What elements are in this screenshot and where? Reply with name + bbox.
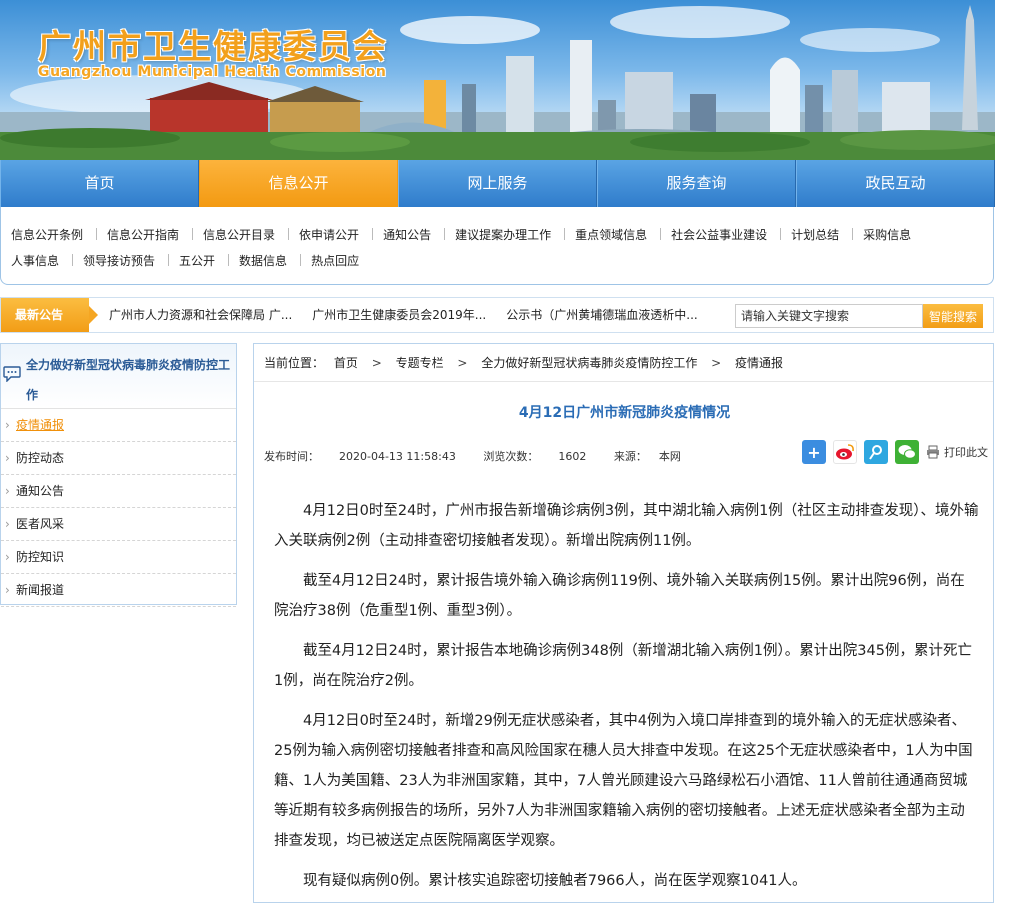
nav-service-query[interactable]: 服务查询 xyxy=(597,160,796,207)
article-title: 4月12日广州市新冠肺炎疫情情况 xyxy=(518,405,731,421)
sidebar-item-knowledge[interactable]: 防控知识 xyxy=(1,541,236,574)
publish-time: 发布时间： 2020-04-13 11:58:43 xyxy=(264,450,456,463)
sidebar-item-notices[interactable]: 通知公告 xyxy=(1,475,236,508)
article-body: 4月12日0时至24时，广州市报告新增确诊病例3例，其中湖北输入病例1例（社区主… xyxy=(274,496,979,902)
sidebar-item-doctors[interactable]: 医者风采 xyxy=(1,508,236,541)
article-source: 来源： 本网 xyxy=(613,450,681,463)
sub-nav-item[interactable]: 重点领域信息 xyxy=(565,226,662,243)
main-nav: 首页 信息公开 网上服务 服务查询 政民互动 xyxy=(0,160,995,207)
sub-nav-row: 人事信息 领导接访预告 五公开 数据信息 热点回应 xyxy=(1,247,993,273)
sub-nav-item[interactable]: 社会公益事业建设 xyxy=(661,226,782,243)
sidebar: 全力做好新型冠状病毒肺炎疫情防控工作 疫情通报 防控动态 通知公告 医者风采 防… xyxy=(0,343,237,607)
sub-nav-item[interactable]: 信息公开目录 xyxy=(193,226,290,243)
sub-nav-item[interactable]: 建议提案办理工作 xyxy=(445,226,566,243)
article-panel: 当前位置： 首页 > 专题专栏 > 全力做好新型冠状病毒肺炎疫情防控工作 > 疫… xyxy=(253,343,994,903)
sub-nav-item[interactable]: 信息公开条例 xyxy=(1,226,98,243)
sub-nav-row: 信息公开条例 信息公开指南 信息公开目录 依申请公开 通知公告 建议提案办理工作… xyxy=(1,221,993,247)
sidebar-title: 全力做好新型冠状病毒肺炎疫情防控工作 xyxy=(26,358,231,402)
sub-nav-item[interactable]: 数据信息 xyxy=(229,252,302,269)
site-logo-en: Guangzhou Municipal Health Commission xyxy=(38,64,387,80)
share-toolbar: + 打印此文 xyxy=(802,440,988,464)
sub-nav-item[interactable]: 人事信息 xyxy=(1,252,74,269)
sub-nav-item[interactable]: 计划总结 xyxy=(781,226,854,243)
sidebar-item-label: 通知公告 xyxy=(16,484,65,498)
nav-interaction[interactable]: 政民互动 xyxy=(796,160,995,207)
sidebar-item-news[interactable]: 新闻报道 xyxy=(1,574,236,607)
sub-nav-item[interactable]: 领导接访预告 xyxy=(73,252,170,269)
sub-nav-item[interactable]: 通知公告 xyxy=(373,226,446,243)
print-icon[interactable] xyxy=(926,445,940,459)
sidebar-list: 疫情通报 防控动态 通知公告 医者风采 防控知识 新闻报道 xyxy=(1,408,236,607)
wechat-icon[interactable] xyxy=(895,440,919,464)
sidebar-header: 全力做好新型冠状病毒肺炎疫情防控工作 xyxy=(1,344,236,408)
notice-item[interactable]: 广州市人力资源和社会保障局 广... xyxy=(99,298,292,332)
search-button[interactable]: 智能搜索 xyxy=(923,304,983,328)
article-paragraph: 4月12日0时至24时，新增29例无症状感染者，其中4例为入境口岸排查到的境外输… xyxy=(274,713,973,849)
notice-tag: 最新公告 xyxy=(1,298,98,332)
breadcrumb: 当前位置： 首页 > 专题专栏 > 全力做好新型冠状病毒肺炎疫情防控工作 > 疫… xyxy=(254,344,993,382)
article-meta: 发布时间： 2020-04-13 11:58:43 浏览次数： 1602 来源： 本网 xyxy=(264,448,705,464)
sub-nav-item[interactable]: 五公开 xyxy=(169,252,230,269)
breadcrumb-item[interactable]: 全力做好新型冠状病毒肺炎疫情防控工作 xyxy=(481,356,697,370)
sub-nav-item[interactable]: 依申请公开 xyxy=(289,226,374,243)
share-more-icon[interactable]: + xyxy=(802,440,826,464)
nav-info-disclosure[interactable]: 信息公开 xyxy=(199,160,398,207)
notice-item[interactable]: 公示书（广州黄埔德瑞血液透析中... xyxy=(496,298,697,332)
breadcrumb-separator: > xyxy=(371,356,382,370)
tencent-weibo-icon[interactable] xyxy=(864,440,888,464)
nav-home[interactable]: 首页 xyxy=(0,160,199,207)
sub-nav: 信息公开条例 信息公开指南 信息公开目录 依申请公开 通知公告 建议提案办理工作… xyxy=(0,207,994,285)
nav-online-service[interactable]: 网上服务 xyxy=(398,160,597,207)
site-logo-cn: 广州市卫生健康委员会 xyxy=(38,27,388,66)
sidebar-item-label: 疫情通报 xyxy=(16,418,65,432)
site-banner: 广州市卫生健康委员会 Guangzhou Municipal Health Co… xyxy=(0,0,995,160)
sidebar-item-label: 防控知识 xyxy=(16,550,65,564)
article-paragraph: 现有疑似病例0例。累计核实追踪密切接触者7966人，尚在医学观察1041人。 xyxy=(303,873,807,889)
sub-nav-item[interactable]: 热点回应 xyxy=(301,252,373,269)
weibo-icon[interactable] xyxy=(833,440,857,464)
sub-nav-item[interactable]: 信息公开指南 xyxy=(97,226,194,243)
sidebar-item-label: 防控动态 xyxy=(16,451,65,465)
sidebar-item-epidemic-report[interactable]: 疫情通报 xyxy=(1,409,236,442)
breadcrumb-separator: > xyxy=(457,356,468,370)
view-count: 浏览次数： 1602 xyxy=(483,450,587,463)
sidebar-item-prevention-news[interactable]: 防控动态 xyxy=(1,442,236,475)
article-paragraph: 截至4月12日24时，累计报告本地确诊病例348例（新增湖北输入病例1例）。累计… xyxy=(274,643,972,689)
breadcrumb-item[interactable]: 专题专栏 xyxy=(396,356,444,370)
article-paragraph: 4月12日0时至24时，广州市报告新增确诊病例3例，其中湖北输入病例1例（社区主… xyxy=(274,503,979,549)
breadcrumb-prefix: 当前位置： xyxy=(264,356,325,370)
notice-list: 广州市人力资源和社会保障局 广... 广州市卫生健康委员会2019年... 公示… xyxy=(99,298,708,332)
breadcrumb-separator: > xyxy=(711,356,722,370)
search-input[interactable] xyxy=(735,304,923,328)
breadcrumb-item[interactable]: 首页 xyxy=(334,356,358,370)
sub-nav-item[interactable]: 采购信息 xyxy=(853,226,925,243)
notice-item[interactable]: 广州市卫生健康委员会2019年... xyxy=(302,298,486,332)
chat-bubble-icon xyxy=(3,366,21,382)
sidebar-item-label: 新闻报道 xyxy=(16,583,65,597)
article-paragraph: 截至4月12日24时，累计报告境外输入确诊病例119例、境外输入关联病例15例。… xyxy=(274,573,965,619)
print-link[interactable]: 打印此文 xyxy=(944,444,988,460)
sidebar-item-label: 医者风采 xyxy=(16,517,65,531)
breadcrumb-item[interactable]: 疫情通报 xyxy=(735,356,783,370)
notice-bar: 最新公告 广州市人力资源和社会保障局 广... 广州市卫生健康委员会2019年.… xyxy=(0,297,994,333)
